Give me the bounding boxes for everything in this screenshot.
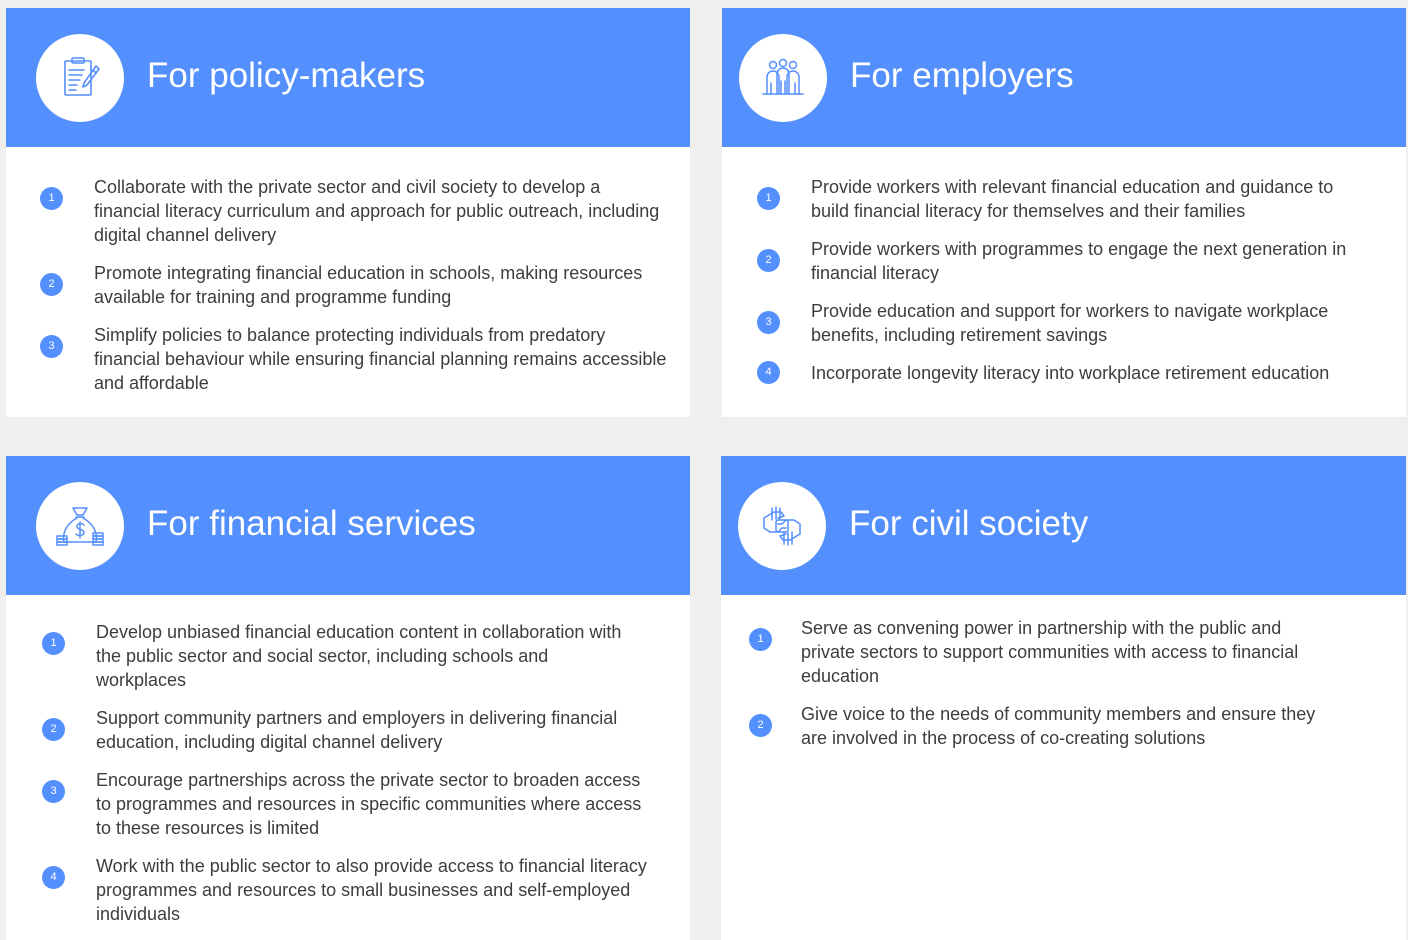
card-title: For employers [850,56,1074,95]
list-item: 4 Work with the public sector to also pr… [6,854,690,926]
list-item: 2 Support community partners and employe… [6,706,690,754]
list-item: 1 Serve as convening power in partnershi… [721,616,1406,688]
item-text: Give voice to the needs of community mem… [801,704,1316,748]
clipboard-pen-icon [36,34,124,122]
recommendation-list: 1 Serve as convening power in partnershi… [721,616,1406,764]
item-number-badge: 2 [757,249,780,272]
joined-hands-icon [738,482,826,570]
item-number-badge: 4 [757,361,780,384]
list-item: 2 Provide workers with programmes to eng… [722,237,1406,285]
list-item: 2 Give voice to the needs of community m… [721,702,1406,750]
list-item: 3 Encourage partnerships across the priv… [6,768,690,840]
item-number-badge: 1 [757,187,780,210]
item-text: Support community partners and employers… [96,708,618,752]
item-text: Develop unbiased financial education con… [96,622,622,690]
card-header: For financial services [6,456,690,595]
list-item: 1 Develop unbiased financial education c… [6,620,690,692]
money-bag-icon [36,482,124,570]
recommendation-list: 1 Provide workers with relevant financia… [722,175,1406,399]
card-header: For employers [722,8,1406,147]
item-text: Serve as convening power in partnership … [801,618,1299,686]
item-number-badge: 2 [42,718,65,741]
item-text: Simplify policies to balance protecting … [94,325,667,393]
item-number-badge: 2 [40,273,63,296]
group-people-icon [739,34,827,122]
item-number-badge: 1 [749,628,772,651]
card-header: For policy-makers [6,8,690,147]
item-text: Encourage partnerships across the privat… [96,770,642,838]
card-header: For civil society [721,456,1406,595]
item-number-badge: 1 [42,632,65,655]
item-number-badge: 3 [757,311,780,334]
card-title: For policy-makers [147,56,426,95]
item-number-badge: 2 [749,714,772,737]
card-title: For financial services [147,504,476,543]
item-text: Collaborate with the private sector and … [94,177,660,245]
recommendation-list: 1 Develop unbiased financial education c… [6,620,690,940]
item-number-badge: 4 [42,866,65,889]
item-text: Work with the public sector to also prov… [96,856,647,924]
item-number-badge: 1 [40,187,63,210]
recommendation-list: 1 Collaborate with the private sector an… [6,175,690,409]
item-text: Provide workers with relevant financial … [811,177,1334,221]
item-text: Provide education and support for worker… [811,301,1329,345]
list-item: 3 Simplify policies to balance protectin… [6,323,690,395]
list-item: 1 Provide workers with relevant financia… [722,175,1406,223]
card-title: For civil society [849,504,1089,543]
list-item: 1 Collaborate with the private sector an… [6,175,690,247]
list-item: 2 Promote integrating financial educatio… [6,261,690,309]
list-item: 3 Provide education and support for work… [722,299,1406,347]
item-text: Provide workers with programmes to engag… [811,239,1347,283]
card-policy-makers: For policy-makers 1 Collaborate with the… [6,8,690,417]
card-employers: For employers 1 Provide workers with rel… [722,8,1406,417]
list-item: 4 Incorporate longevity literacy into wo… [722,361,1406,385]
card-civil-society: For civil society 1 Serve as convening p… [721,456,1406,940]
item-number-badge: 3 [40,335,63,358]
item-text: Incorporate longevity literacy into work… [811,363,1330,383]
card-financial-services: For financial services 1 Develop unbiase… [6,456,690,940]
item-number-badge: 3 [42,780,65,803]
item-text: Promote integrating financial education … [94,263,643,307]
